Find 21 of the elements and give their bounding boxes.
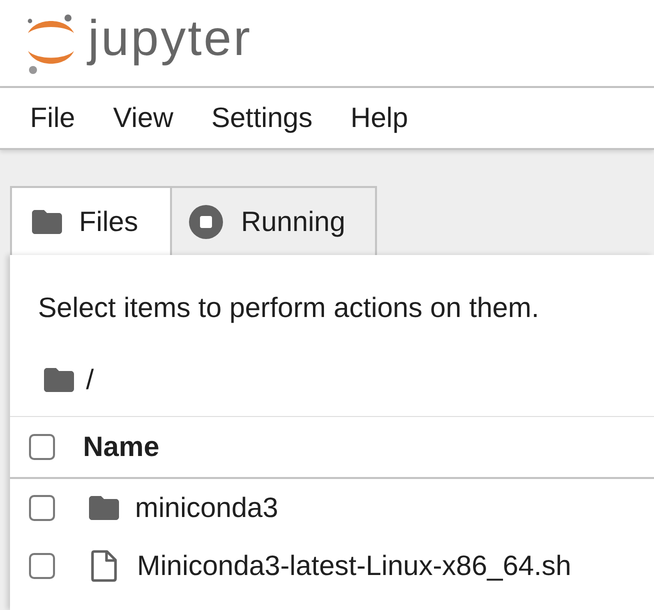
folder-icon [89, 496, 119, 520]
checkbox[interactable] [29, 495, 55, 521]
stop-icon [189, 204, 223, 238]
menu-item[interactable]: Settings [192, 96, 332, 140]
file-name[interactable]: miniconda3 [135, 492, 278, 524]
logo-icon [26, 14, 76, 74]
select-all-checkbox[interactable] [29, 434, 55, 460]
tab[interactable]: Files [10, 186, 170, 255]
logo-text: jupyter [88, 9, 252, 67]
breadcrumb-path[interactable]: / [86, 364, 94, 396]
file-name[interactable]: Miniconda3-latest-Linux-x86_64.sh [137, 550, 572, 582]
file-icon [91, 550, 117, 582]
folder-icon[interactable] [44, 368, 74, 392]
notice-text: Select items to perform actions on them. [37, 291, 540, 325]
menu-item[interactable]: File [11, 96, 94, 140]
checkbox[interactable] [29, 553, 55, 579]
tab[interactable]: Running [170, 186, 377, 255]
menu-item[interactable]: Help [331, 96, 428, 140]
column-header[interactable]: Name [83, 431, 160, 463]
folder-icon [32, 210, 62, 234]
menu-item[interactable]: View [94, 96, 192, 140]
